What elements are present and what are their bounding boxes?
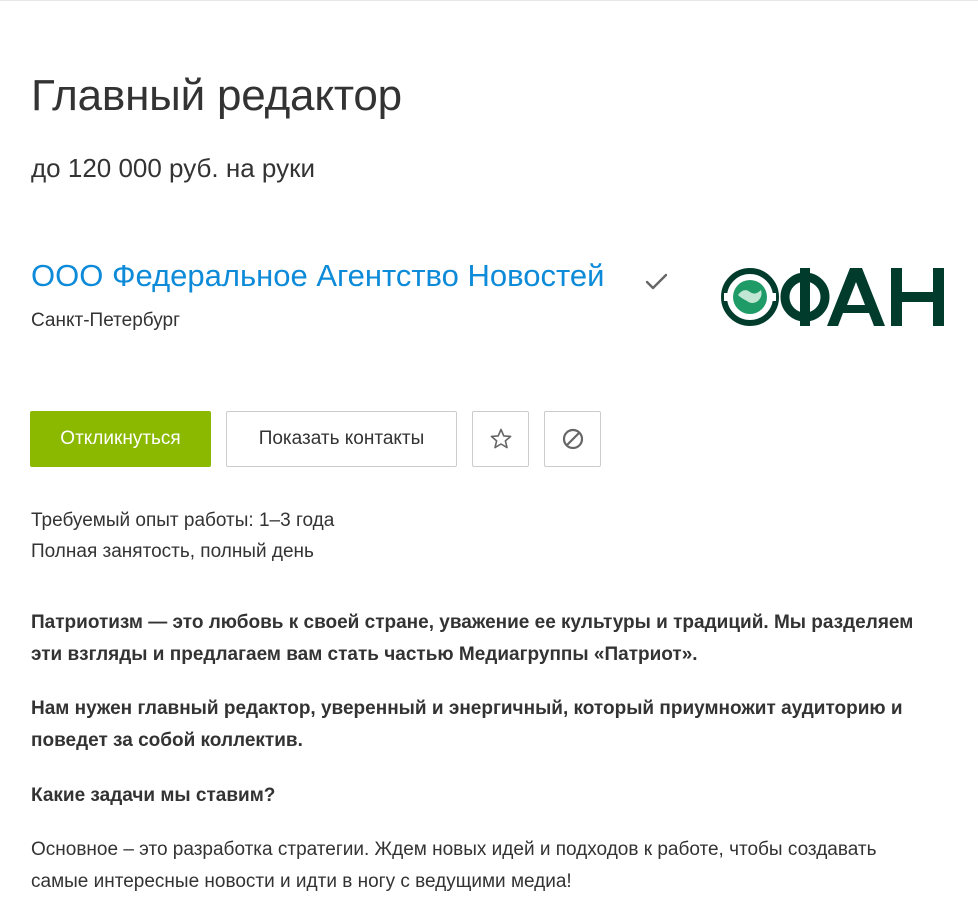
company-name-link[interactable]: ООО Федеральное Агентство Новостей (31, 254, 604, 298)
favorite-button[interactable] (472, 411, 529, 467)
hide-vacancy-button[interactable] (544, 411, 601, 467)
company-city: Санкт-Петербург (31, 310, 181, 331)
show-contacts-button[interactable]: Показать контакты (226, 411, 457, 467)
description-heading: Какие задачи мы ставим? (31, 785, 276, 806)
block-icon (562, 428, 583, 450)
description-paragraph: Основное – это разработка стратегии. Жде… (31, 839, 877, 892)
employment-type: Полная занятость, полный день (31, 541, 314, 562)
vacancy-salary: до 120 000 руб. на руки (31, 153, 315, 183)
description-paragraph: Нам нужен главный редактор, уверенный и … (31, 698, 903, 751)
check-icon (645, 273, 668, 290)
top-divider (0, 0, 978, 1)
apply-button[interactable]: Откликнуться (30, 411, 211, 467)
company-logo[interactable] (720, 262, 948, 332)
description-paragraph: Патриотизм — это любовь к своей стране, … (31, 612, 914, 665)
vacancy-title: Главный редактор (31, 71, 402, 120)
experience-requirement: Требуемый опыт работы: 1–3 года (31, 510, 335, 531)
star-icon (490, 428, 511, 449)
